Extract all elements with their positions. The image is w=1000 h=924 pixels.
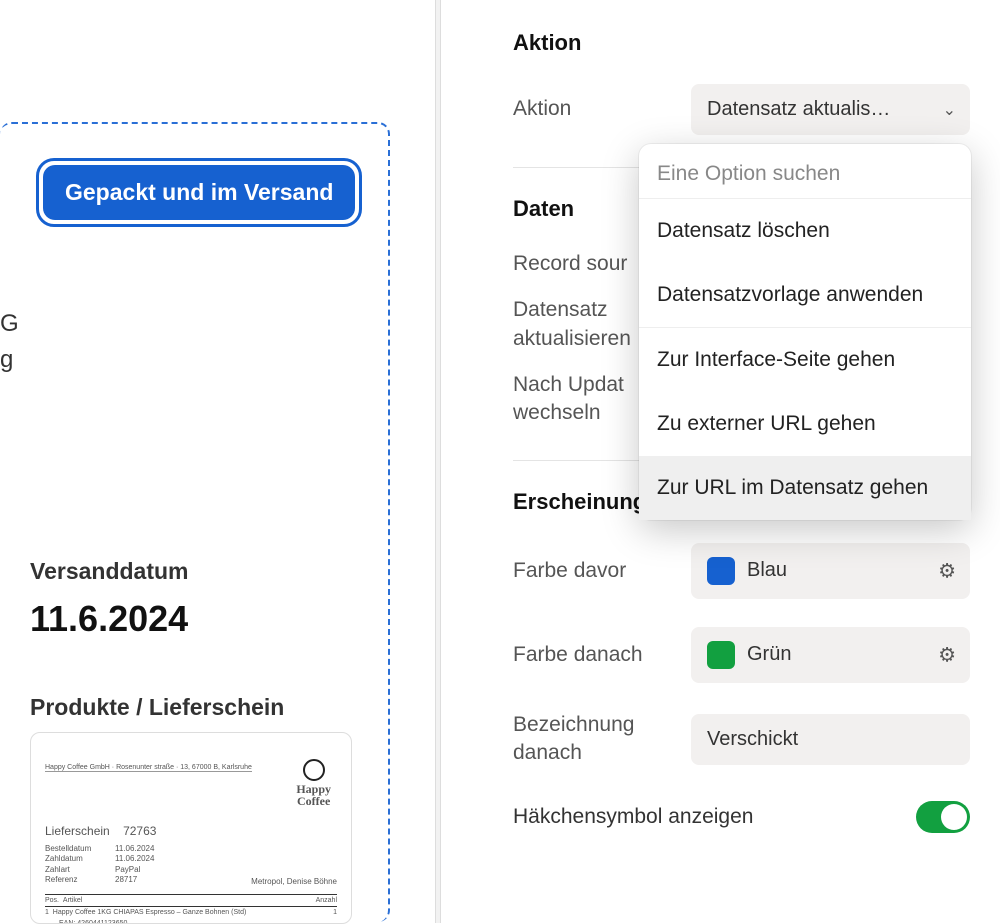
farbe-danach-select[interactable]: Grün ⚙ — [691, 627, 970, 683]
dropdown-item-apply-template[interactable]: Datensatzvorlage anwenden — [639, 263, 971, 327]
farbe-danach-value: Grün — [747, 643, 791, 666]
doc-recipient: Metropol, Denise Böhne — [251, 877, 337, 886]
farbe-davor-label: Farbe davor — [513, 557, 691, 585]
versanddatum-label: Versanddatum — [30, 558, 189, 585]
dropdown-search-input[interactable] — [657, 162, 953, 186]
dropdown-item-goto-interface[interactable]: Zur Interface-Seite gehen — [639, 328, 971, 392]
lieferschein-preview[interactable]: Happy Coffee GmbH · Rosenunter straße · … — [30, 732, 352, 924]
doc-sender-address: Happy Coffee GmbH · Rosenunter straße · … — [45, 764, 252, 772]
button-selection-ring: Gepackt und im Versand — [36, 158, 362, 227]
aktion-select-value: Datensatz aktualis… — [707, 98, 890, 120]
bezeichnung-danach-value: Verschickt — [707, 728, 798, 751]
chevron-down-icon: ⌄ — [943, 100, 956, 120]
doc-table-head: Pos. Artikel Anzahl — [45, 894, 337, 907]
logo-text-2: Coffee — [296, 795, 331, 807]
section-aktion-heading: Aktion — [513, 30, 970, 56]
doc-table-row-sub: EAN: 4260441123650 — [45, 918, 337, 924]
toggle-knob — [941, 804, 967, 830]
dropdown-item-goto-external-url[interactable]: Zu externer URL gehen — [639, 392, 971, 456]
color-swatch-blue — [707, 557, 735, 585]
gear-icon[interactable]: ⚙ — [938, 558, 956, 583]
produkte-label: Produkte / Lieferschein — [30, 694, 284, 721]
aktion-select[interactable]: Datensatz aktualis… ⌄ — [691, 84, 970, 135]
versanddatum-value: 11.6.2024 — [30, 598, 188, 640]
hakchen-label: Häkchensymbol anzeigen — [513, 803, 753, 831]
dropdown-item-goto-record-url[interactable]: Zur URL im Datensatz gehen — [639, 456, 971, 520]
clipped-text-2: g — [0, 346, 13, 374]
doc-logo: Happy Coffee — [296, 759, 331, 807]
left-panel: Gepackt und im Versand G g Versanddatum … — [0, 0, 435, 923]
farbe-danach-label: Farbe danach — [513, 641, 691, 669]
doc-meta: Bestelldatum11.06.2024 Zahldatum11.06.20… — [45, 844, 154, 886]
gear-icon[interactable]: ⚙ — [938, 642, 956, 667]
hakchen-toggle[interactable] — [916, 801, 970, 833]
dropdown-item-delete-record[interactable]: Datensatz löschen — [639, 199, 971, 263]
logo-circle-icon — [303, 759, 325, 781]
dropdown-search — [639, 144, 971, 198]
packed-shipped-button[interactable]: Gepackt und im Versand — [43, 165, 355, 220]
doc-table-row: 1 Happy Coffee 1KG CHIAPAS Espresso – Ga… — [45, 907, 337, 918]
aktion-dropdown: Datensatz löschen Datensatzvorlage anwen… — [639, 144, 971, 520]
bezeichnung-danach-input[interactable]: Verschickt — [691, 714, 970, 765]
doc-title: Lieferschein 72763 — [45, 824, 337, 838]
farbe-davor-select[interactable]: Blau ⚙ — [691, 543, 970, 599]
color-swatch-green — [707, 641, 735, 669]
bezeichnung-danach-label: Bezeichnungdanach — [513, 711, 691, 768]
aktion-label: Aktion — [513, 95, 691, 123]
farbe-davor-value: Blau — [747, 559, 787, 582]
clipped-text-1: G — [0, 310, 19, 338]
